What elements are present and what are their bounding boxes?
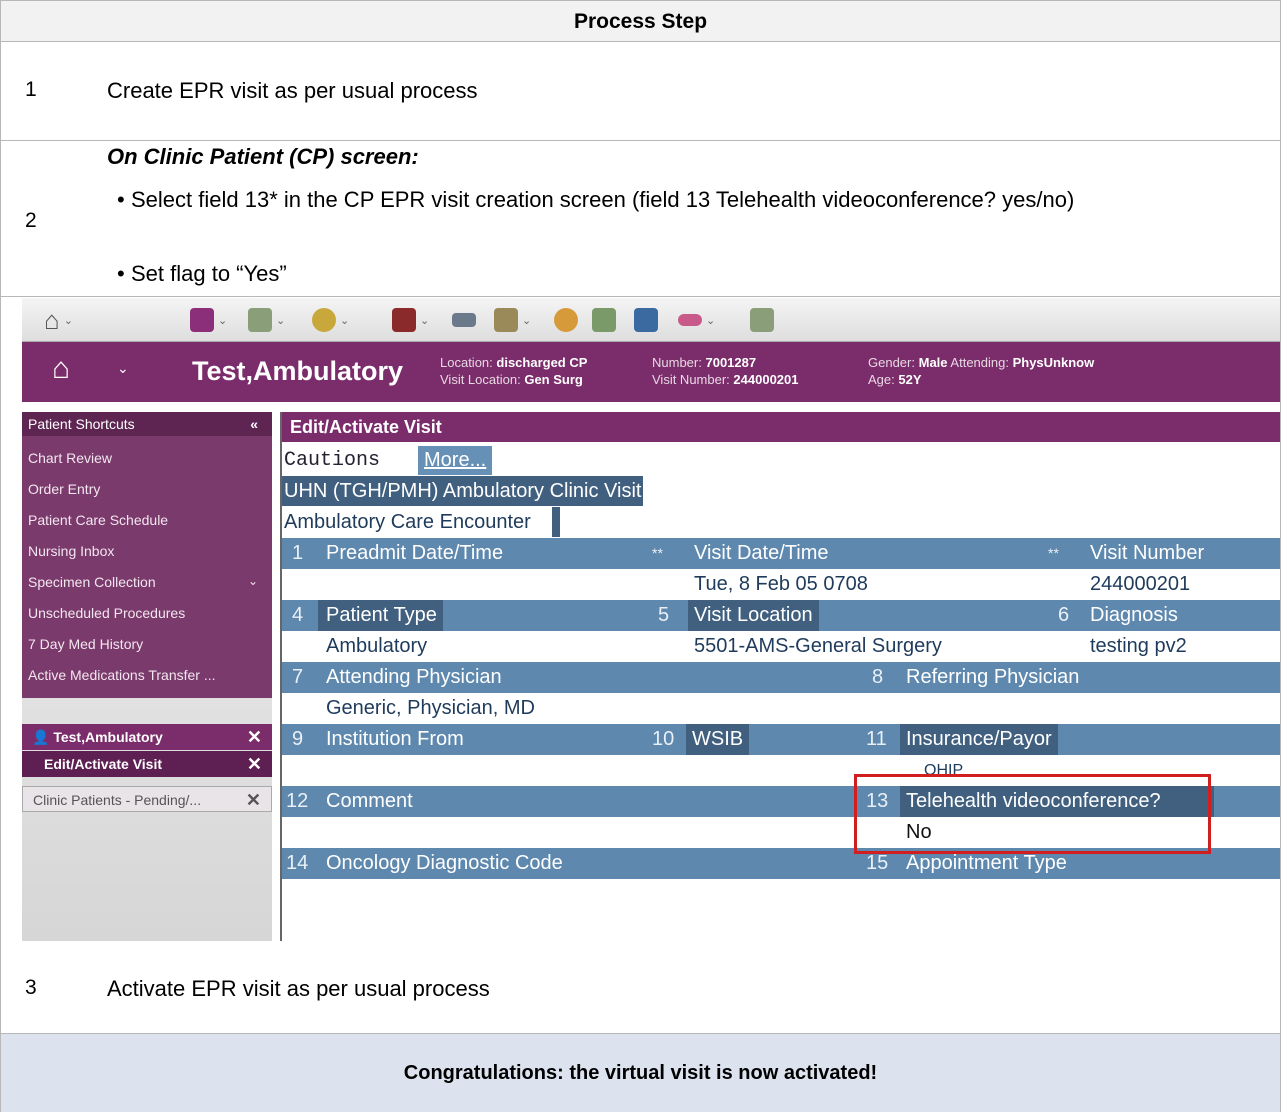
values-row-2: Ambulatory 5501-AMS-General Surgery test… [282, 631, 1280, 662]
tab-clinic-patients[interactable]: Clinic Patients - Pending/... ✕ [22, 786, 272, 812]
close-icon: ✕ [245, 790, 261, 810]
step-text: Create EPR visit as per usual process [107, 78, 478, 103]
field-preadmit-date[interactable]: Preadmit Date/Time [326, 538, 503, 569]
calendar-icon[interactable]: ⌄ [392, 306, 429, 334]
table-header: Process Step [1, 0, 1280, 42]
reference-book-icon[interactable]: ⌄ [190, 306, 227, 334]
step-number: 1 [25, 78, 37, 101]
field-referring-physician[interactable]: Referring Physician [906, 662, 1079, 693]
network-icon[interactable] [634, 306, 658, 334]
patient-type-value: Ambulatory [326, 635, 428, 657]
field-patient-type[interactable]: Patient Type [318, 600, 443, 631]
fields-row-2: 4 Patient Type 5 Visit Location 6 Diagno… [282, 600, 1280, 631]
tab-patient[interactable]: 👤 Test,Ambulatory ✕ [22, 724, 272, 750]
sidebar-item-active-medications[interactable]: Active Medications Transfer ... [28, 667, 268, 683]
form-title: Edit/Activate Visit [282, 412, 1280, 442]
diagnosis-value: testing pv2 [1090, 635, 1187, 657]
attending-physician-value: Generic, Physician, MD [326, 697, 535, 719]
pen-icon[interactable]: ⌄ [494, 306, 531, 334]
patient-demographics: Gender: Male Attending: PhysUnknow Age: … [868, 355, 1095, 387]
highlight-box [854, 774, 1211, 854]
values-row-1: Tue, 8 Feb 05 0708 244000201 [282, 569, 1280, 600]
more-link[interactable]: More... [418, 446, 493, 475]
encounter-row: Ambulatory Care Encounter [282, 507, 1280, 537]
cautions-label: Cautions [284, 449, 381, 472]
sidebar-item-med-history[interactable]: 7 Day Med History [28, 636, 268, 652]
field-attending-physician[interactable]: Attending Physician [326, 662, 502, 693]
person-icon: 👤 [32, 729, 50, 745]
sidebar-item-specimen-collection[interactable]: Specimen Collection ⌄ [28, 574, 268, 590]
help-icon[interactable] [554, 306, 578, 334]
patient-location-info: Location: discharged CP Visit Location: … [440, 355, 588, 387]
visit-date-value: Tue, 8 Feb 05 0708 [694, 573, 868, 595]
patient-name: Test,Ambulatory [192, 356, 404, 386]
shortcuts-header[interactable]: Patient Shortcuts « [22, 412, 272, 436]
values-row-3: Generic, Physician, MD [282, 693, 1280, 724]
patient-number-info: Number: 7001287 Visit Number: 244000201 [652, 355, 799, 387]
step-bullet: Select field 13* in the CP EPR visit cre… [117, 183, 1211, 217]
home-icon[interactable]: ⌂ ⌄ [44, 305, 73, 335]
chevron-down-icon[interactable]: ⌄ [117, 360, 129, 377]
cautions-row: Cautions More... [282, 446, 1280, 475]
pill-icon[interactable]: ⌄ [678, 306, 715, 334]
patient-home-icon[interactable]: ⌂ [52, 352, 70, 386]
step-bullet: Set flag to “Yes” [117, 257, 287, 291]
field-oncology-code[interactable]: Oncology Diagnostic Code [326, 848, 563, 879]
epr-screenshot: ⌂ ⌄ ⌄ ⌄ ⌄ ⌄ ⌄ ⌄ ⌂ ⌄ Test,Ambulatory Locat… [22, 298, 1280, 941]
sidebar-item-chart-review[interactable]: Chart Review [28, 450, 268, 466]
patient-shortcuts-panel: Patient Shortcuts « Chart Review Order En… [22, 412, 272, 698]
step-row-3: 3 Activate EPR visit as per usual proces… [1, 941, 1280, 1034]
field-diagnosis[interactable]: Diagnosis [1090, 600, 1178, 631]
fields-row-1: 1 Preadmit Date/Time ** Visit Date/Time … [282, 538, 1280, 569]
sidebar: Patient Shortcuts « Chart Review Order En… [22, 412, 272, 941]
step-row-1: 1 Create EPR visit as per usual process [1, 42, 1280, 141]
field-visit-number[interactable]: Visit Number [1090, 538, 1204, 569]
field-institution-from[interactable]: Institution From [326, 724, 464, 755]
field-insurance-payor[interactable]: Insurance/Payor [900, 724, 1058, 755]
patient-search-icon[interactable] [750, 306, 774, 334]
step-title: On Clinic Patient (CP) screen: [107, 144, 419, 169]
field-comment[interactable]: Comment [326, 786, 413, 817]
field-visit-date[interactable]: Visit Date/Time [694, 538, 828, 569]
step-text: Activate EPR visit as per usual process [107, 976, 490, 1001]
collapse-icon: « [250, 416, 258, 432]
globe-icon[interactable]: ⌄ [312, 306, 349, 334]
fields-row-4: 9 Institution From 10 WSIB 11 Insurance/… [282, 724, 1280, 755]
field-visit-location[interactable]: Visit Location [688, 600, 819, 631]
congratulations-banner: Congratulations: the virtual visit is no… [1, 1034, 1280, 1112]
close-icon: ✕ [246, 754, 262, 774]
sidebar-item-nursing-inbox[interactable]: Nursing Inbox [28, 543, 268, 559]
search-records-icon[interactable]: ⌄ [248, 306, 285, 334]
encounter-type: Ambulatory Care Encounter [284, 511, 531, 533]
sidebar-item-unscheduled-procedures[interactable]: Unscheduled Procedures [28, 605, 268, 621]
chevron-down-icon: ⌄ [247, 574, 258, 588]
close-icon: ✕ [246, 727, 262, 747]
tab-edit-activate-visit[interactable]: Edit/Activate Visit ✕ [22, 751, 272, 777]
fields-row-3: 7 Attending Physician 8 Referring Physic… [282, 662, 1280, 693]
visit-location-value: 5501-AMS-General Surgery [694, 635, 942, 657]
visit-number-value: 244000201 [1090, 573, 1191, 595]
notes-icon[interactable] [592, 306, 616, 334]
field-wsib[interactable]: WSIB [686, 724, 750, 755]
card-icon[interactable] [452, 306, 476, 334]
sidebar-item-order-entry[interactable]: Order Entry [28, 481, 268, 497]
app-toolbar: ⌂ ⌄ ⌄ ⌄ ⌄ ⌄ ⌄ ⌄ [22, 298, 1280, 342]
patient-banner: ⌂ ⌄ Test,Ambulatory Location: discharged… [22, 342, 1280, 402]
visit-type[interactable]: UHN (TGH/PMH) Ambulatory Clinic Visit [282, 476, 644, 506]
step-number: 3 [25, 976, 37, 999]
visit-type-row: UHN (TGH/PMH) Ambulatory Clinic Visit [282, 476, 1280, 506]
step-row-2: 2 On Clinic Patient (CP) screen: Select … [1, 141, 1280, 297]
step-number: 2 [25, 209, 37, 232]
sidebar-item-care-schedule[interactable]: Patient Care Schedule [28, 512, 268, 528]
process-table: Process Step 1 Create EPR visit as per u… [0, 0, 1281, 1112]
edit-visit-form: Edit/Activate Visit Cautions More... UHN… [280, 412, 1280, 941]
